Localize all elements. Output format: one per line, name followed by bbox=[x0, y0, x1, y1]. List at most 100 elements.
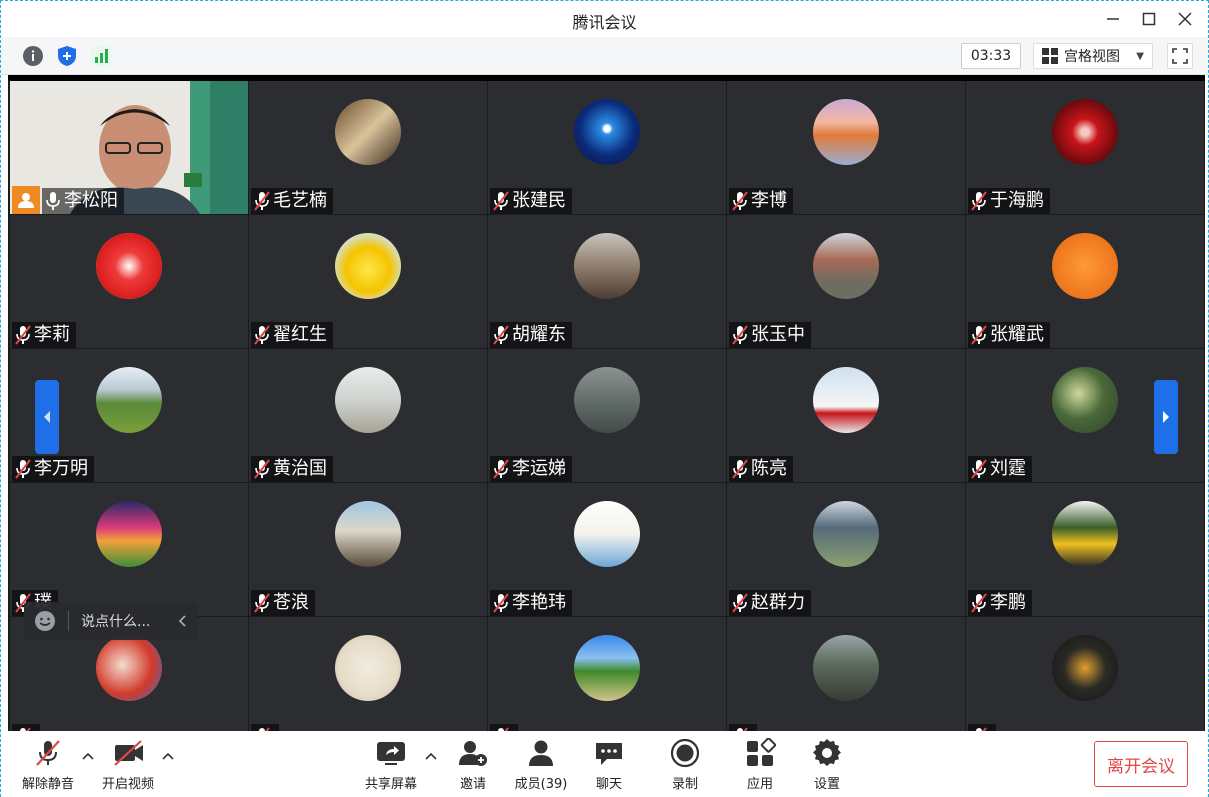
participant-tile[interactable]: 翟红生 bbox=[249, 215, 487, 348]
mic-muted-icon bbox=[732, 191, 748, 211]
participant-name-tag: 张建民 bbox=[490, 188, 572, 214]
chevron-down-icon: ▼ bbox=[1136, 50, 1144, 62]
participant-tile[interactable] bbox=[727, 617, 965, 731]
record-label: 录制 bbox=[671, 777, 698, 792]
leave-meeting-button[interactable]: 离开会议 bbox=[1094, 741, 1188, 787]
add-user-icon bbox=[459, 741, 487, 766]
members-label: 成员(39) bbox=[514, 777, 568, 792]
participant-tile[interactable]: 李运娣 bbox=[488, 349, 726, 482]
mic-icon bbox=[46, 192, 60, 210]
participant-tile[interactable]: 毛艺楠 bbox=[249, 81, 487, 214]
participant-name: 翟红生 bbox=[273, 324, 327, 345]
mic-muted-icon bbox=[493, 593, 509, 613]
participant-tile[interactable]: 李艳玮 bbox=[488, 483, 726, 616]
participant-name-tag: 刘霆 bbox=[968, 456, 1032, 482]
avatar bbox=[96, 233, 162, 299]
unmute-label: 解除静音 bbox=[21, 777, 74, 792]
mic-muted-icon bbox=[732, 593, 748, 613]
participant-name: 黄治国 bbox=[273, 458, 327, 479]
avatar bbox=[813, 99, 879, 165]
participant-tile[interactable]: 张耀武 bbox=[966, 215, 1204, 348]
record-icon bbox=[670, 738, 700, 768]
participant-tile[interactable]: 陈亮 bbox=[727, 349, 965, 482]
bottom-toolbar: 解除静音 开启视频 共享屏幕 邀请 成员(39) 聊天 录制 应用 设置 离开会… bbox=[1, 731, 1208, 797]
window-title: 腾讯会议 bbox=[572, 13, 637, 32]
chat-button[interactable]: 聊天 bbox=[574, 737, 644, 792]
start-video-label: 开启视频 bbox=[101, 777, 154, 792]
security-button[interactable] bbox=[55, 44, 79, 68]
avatar bbox=[96, 501, 162, 567]
members-button[interactable]: 成员(39) bbox=[506, 737, 576, 792]
participant-tile[interactable]: 李鹏 bbox=[966, 483, 1204, 616]
avatar bbox=[96, 367, 162, 433]
participant-tile[interactable]: 胡耀东 bbox=[488, 215, 726, 348]
share-screen-icon bbox=[377, 742, 405, 765]
avatar bbox=[813, 233, 879, 299]
emoji-icon[interactable] bbox=[34, 610, 56, 632]
host-badge bbox=[12, 186, 40, 214]
participant-tile[interactable]: 张建民 bbox=[488, 81, 726, 214]
participant-tile[interactable]: 苍浪 bbox=[249, 483, 487, 616]
record-button[interactable]: 录制 bbox=[650, 737, 720, 792]
participant-tile[interactable]: 于海鹏 bbox=[966, 81, 1204, 214]
chat-label: 聊天 bbox=[595, 777, 622, 792]
participant-tile[interactable]: 璞 bbox=[10, 483, 248, 616]
mic-muted-icon bbox=[254, 325, 270, 345]
participant-tile[interactable]: 李莉 bbox=[10, 215, 248, 348]
settings-label: 设置 bbox=[813, 777, 840, 792]
mic-muted-icon bbox=[971, 459, 987, 479]
participant-name: 刘霆 bbox=[990, 458, 1026, 479]
view-mode-dropdown[interactable]: 宫格视图 ▼ bbox=[1033, 43, 1153, 69]
chevron-right-icon bbox=[1163, 411, 1169, 423]
participant-tile[interactable] bbox=[488, 617, 726, 731]
collapse-icon[interactable] bbox=[178, 615, 186, 627]
share-screen-button[interactable]: 共享屏幕 bbox=[356, 737, 426, 792]
info-icon bbox=[23, 46, 43, 66]
previous-page-button[interactable] bbox=[35, 380, 59, 454]
next-page-button[interactable] bbox=[1154, 380, 1178, 454]
invite-button[interactable]: 邀请 bbox=[438, 737, 508, 792]
chevron-up-icon bbox=[162, 752, 174, 760]
fullscreen-button[interactable] bbox=[1167, 43, 1193, 69]
close-button[interactable] bbox=[1173, 7, 1197, 31]
participant-tile[interactable]: 李松阳 bbox=[10, 81, 248, 214]
chat-input-placeholder[interactable]: 说点什么... bbox=[81, 611, 150, 631]
participant-name: 李博 bbox=[751, 190, 787, 211]
video-stage: 李松阳 毛艺楠 张建民 李博 于海鹏 李莉 翟红生 胡耀东 张玉中 张耀武 李万明 黄治国 李运娣 陈亮 刘… bbox=[8, 75, 1205, 731]
participant-name-tag bbox=[12, 724, 40, 731]
participant-name: 张建民 bbox=[512, 190, 566, 211]
info-button[interactable] bbox=[21, 44, 45, 68]
apps-icon bbox=[747, 738, 776, 766]
participant-tile[interactable] bbox=[249, 617, 487, 731]
settings-button[interactable]: 设置 bbox=[792, 737, 862, 792]
network-button[interactable] bbox=[89, 44, 113, 68]
start-video-button[interactable]: 开启视频 bbox=[93, 737, 163, 792]
participant-tile[interactable]: 黄治国 bbox=[249, 349, 487, 482]
minimize-button[interactable] bbox=[1101, 7, 1125, 31]
avatar bbox=[574, 367, 640, 433]
mic-muted-icon bbox=[971, 325, 987, 345]
participant-name-tag bbox=[490, 724, 518, 731]
share-screen-label: 共享屏幕 bbox=[364, 777, 417, 792]
mic-muted-icon bbox=[254, 191, 270, 211]
unmute-button[interactable]: 解除静音 bbox=[13, 737, 83, 792]
maximize-button[interactable] bbox=[1137, 7, 1161, 31]
avatar bbox=[335, 233, 401, 299]
share-options-toggle[interactable] bbox=[424, 749, 438, 763]
avatar bbox=[335, 501, 401, 567]
mic-muted-icon bbox=[15, 325, 31, 345]
avatar bbox=[574, 635, 640, 701]
participant-name-tag bbox=[251, 724, 279, 731]
chevron-left-icon bbox=[44, 411, 50, 423]
participant-tile[interactable]: 李博 bbox=[727, 81, 965, 214]
video-options-toggle[interactable] bbox=[161, 749, 175, 763]
participant-tile[interactable] bbox=[966, 617, 1204, 731]
apps-button[interactable]: 应用 bbox=[725, 737, 795, 792]
participant-tile[interactable]: 赵群力 bbox=[727, 483, 965, 616]
chat-input-bar[interactable]: 说点什么... bbox=[24, 602, 198, 640]
fullscreen-icon bbox=[1172, 48, 1188, 64]
avatar bbox=[813, 501, 879, 567]
participant-tile[interactable]: 张玉中 bbox=[727, 215, 965, 348]
close-icon bbox=[1178, 12, 1192, 26]
participant-name: 李艳玮 bbox=[512, 592, 566, 613]
